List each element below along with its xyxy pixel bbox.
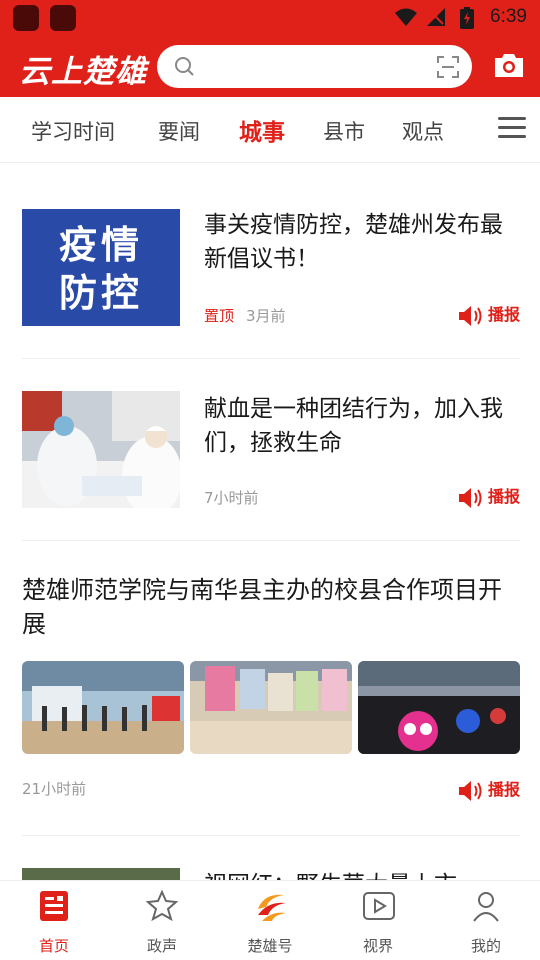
listen-button[interactable]: 播报	[458, 776, 520, 802]
nav-label: 首页	[38, 937, 69, 955]
news-title[interactable]: 事关疫情防控，楚雄州发布最新倡议书！	[204, 208, 522, 276]
tab-headlines[interactable]: 要闻	[158, 116, 200, 146]
scan-icon[interactable]	[436, 55, 460, 79]
status-bar: 6:39	[0, 0, 540, 36]
app-logo: 云上楚雄	[19, 54, 147, 90]
news-item[interactable]: 献血是一种团结行为，加入我们，拯救生命 7小时前 播报	[22, 390, 520, 510]
star-icon	[146, 889, 178, 922]
news-title[interactable]: 献血是一种团结行为，加入我们，拯救生命	[204, 392, 522, 460]
play-icon	[363, 892, 395, 920]
news-image	[358, 661, 520, 754]
thumbnail-text: 防控	[58, 271, 143, 315]
wifi-icon	[395, 8, 417, 26]
nav-label: 我的	[470, 937, 501, 955]
chuxiong-logo-icon	[258, 894, 286, 921]
camera-icon[interactable]	[492, 51, 526, 79]
nav-vision[interactable]: 视界	[324, 881, 432, 960]
nav-mine[interactable]: 我的	[432, 881, 540, 960]
news-thumbnail: 疫情 防控	[22, 209, 180, 326]
listen-label: 播报	[487, 487, 520, 506]
signal-off-icon	[427, 8, 445, 26]
category-tabs: 学习时间 要闻 城事 县市 观点	[0, 97, 540, 163]
thumbnail-text: 疫情	[58, 223, 143, 267]
news-time: 3月前	[246, 307, 286, 325]
menu-icon[interactable]	[498, 117, 526, 139]
speaker-icon	[458, 780, 482, 801]
tab-city-affairs[interactable]: 城事	[239, 113, 285, 147]
search-box[interactable]	[157, 45, 472, 88]
news-meta: 7小时前	[204, 487, 259, 508]
listen-label: 播报	[487, 780, 520, 799]
home-icon	[40, 891, 68, 921]
search-input[interactable]	[205, 53, 425, 80]
news-image	[22, 661, 184, 754]
tab-study-time[interactable]: 学习时间	[31, 116, 115, 146]
notification-icon	[13, 5, 39, 31]
divider	[22, 835, 520, 836]
news-item[interactable]: 疫情 防控 事关疫情防控，楚雄州发布最新倡议书！ 置顶 3月前 播报	[22, 208, 520, 328]
listen-button[interactable]: 播报	[458, 301, 520, 327]
pinned-badge: 置顶	[204, 307, 235, 325]
nav-chuxiong-account[interactable]: 楚雄号	[216, 881, 324, 960]
news-thumbnail	[22, 868, 180, 880]
status-time: 6:39	[490, 6, 527, 27]
nav-label: 视界	[362, 937, 393, 955]
tab-counties[interactable]: 县市	[323, 116, 365, 146]
news-time: 21小时前	[22, 780, 87, 798]
listen-label: 播报	[487, 305, 520, 324]
speaker-icon	[458, 487, 482, 508]
notification-icon	[50, 5, 76, 31]
nav-label: 楚雄号	[247, 937, 293, 955]
news-item[interactable]: 视网红：野生菌大量上市	[22, 868, 520, 880]
news-title[interactable]: 视网红：野生菌大量上市	[204, 868, 520, 880]
blood-donation-photo	[22, 391, 180, 508]
nav-voice[interactable]: 政声	[108, 881, 216, 960]
news-time: 7小时前	[204, 489, 259, 507]
news-thumbnail	[22, 391, 180, 508]
tab-fade	[470, 97, 500, 162]
bottom-navigation: 首页 政声 楚雄号 视界 我的	[0, 880, 540, 960]
tab-opinions[interactable]: 观点	[402, 116, 444, 146]
news-image-group[interactable]	[22, 661, 520, 754]
listen-button[interactable]: 播报	[458, 483, 520, 509]
user-icon	[473, 892, 499, 922]
divider	[22, 358, 520, 359]
speaker-icon	[458, 305, 482, 326]
news-image	[190, 661, 352, 754]
battery-icon	[460, 7, 474, 29]
header-bar: 6:39 云上楚雄	[0, 0, 540, 97]
search-icon[interactable]	[174, 56, 196, 78]
news-meta: 置顶 3月前	[204, 305, 286, 326]
divider	[22, 540, 520, 541]
nav-home[interactable]: 首页	[0, 881, 108, 960]
news-title[interactable]: 楚雄师范学院与南华县主办的校县合作项目开展	[22, 573, 520, 641]
nav-label: 政声	[146, 937, 177, 955]
